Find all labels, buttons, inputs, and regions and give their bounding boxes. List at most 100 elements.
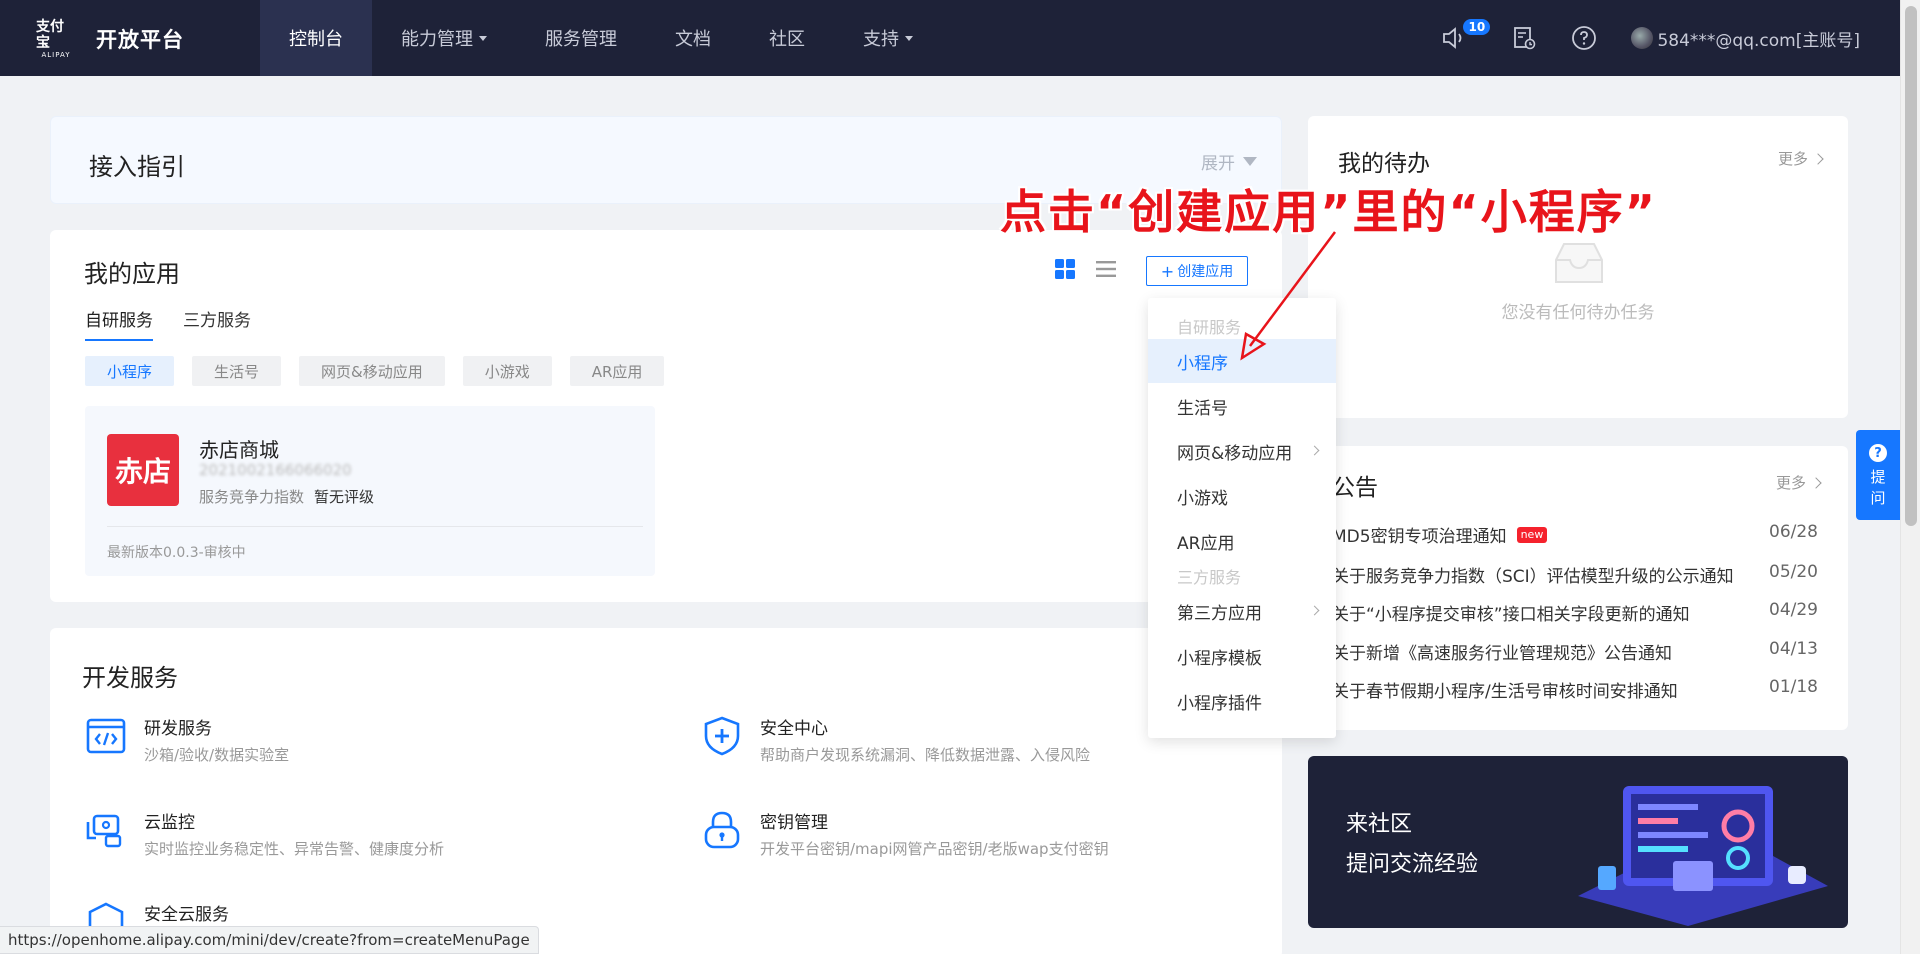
service-desc: 实时监控业务稳定性、异常告警、健康度分析	[144, 840, 445, 858]
nav-support[interactable]: 支持	[834, 0, 942, 76]
guide-expand-button[interactable]: 展开	[1201, 149, 1257, 174]
chevron-right-icon	[1812, 152, 1824, 165]
notice-text: 关于春节假期小程序/生活号审核时间安排通知	[1332, 682, 1678, 702]
help-button[interactable]	[1571, 25, 1597, 51]
ask-question-button[interactable]: ? 提 问	[1856, 430, 1900, 520]
chip-ar-app[interactable]: AR应用	[569, 356, 665, 386]
notice-text: 关于新增《高速服务行业管理规范》公告通知	[1332, 644, 1672, 664]
list-icon	[1096, 261, 1116, 277]
dropdown-item-ar-app[interactable]: AR应用	[1148, 519, 1336, 563]
app-version: 最新版本0.0.3-审核中	[107, 545, 246, 561]
top-right-tools: 10 584***@qq.com[主账号]	[1441, 0, 1860, 76]
notification-button[interactable]: 10	[1441, 19, 1491, 50]
apps-title: 我的应用	[84, 260, 180, 288]
platform-title: 开放平台	[96, 28, 184, 52]
page-scrollbar[interactable]	[1900, 0, 1920, 954]
ask-label-2: 问	[1870, 489, 1886, 507]
code-window-icon	[86, 718, 126, 754]
my-apps-card: 我的应用 + 创建应用 自研服务 三方服务 小程序 生活号 网页&移动应用 小游…	[50, 230, 1282, 602]
service-desc: 帮助商户发现系统漏洞、降低数据泄露、入侵风险	[760, 746, 1091, 764]
todo-empty-text: 您没有任何待办任务	[1501, 303, 1655, 323]
dropdown-item-label: 小程序插件	[1177, 693, 1262, 714]
top-navbar: 支付宝 ALIPAY 开放平台 控制台 能力管理 服务管理 文档 社区 支持 1…	[0, 0, 1900, 76]
dropdown-item-mini-template[interactable]: 小程序模板	[1148, 634, 1336, 678]
monitor-camera-icon	[86, 814, 122, 848]
nav-docs[interactable]: 文档	[646, 0, 740, 76]
alipay-logo[interactable]: 支付宝 ALIPAY 开放平台	[36, 19, 184, 59]
dropdown-item-web-mobile[interactable]: 网页&移动应用	[1148, 429, 1336, 473]
plus-icon: +	[1160, 261, 1175, 281]
link-status-bar: https://openhome.alipay.com/mini/dev/cre…	[0, 926, 539, 954]
dropdown-item-label: 网页&移动应用	[1177, 443, 1293, 464]
notice-row[interactable]: 关于“小程序提交审核”接口相关字段更新的通知 04/29	[1332, 600, 1818, 625]
notice-more-link[interactable]: 更多	[1776, 472, 1822, 493]
nav-community[interactable]: 社区	[740, 0, 834, 76]
tab-self-developed[interactable]: 自研服务	[85, 306, 153, 341]
dropdown-item-mini-game[interactable]: 小游戏	[1148, 474, 1336, 518]
nav-docs-label: 文档	[675, 29, 711, 50]
score-value: 暂无评级	[314, 488, 375, 506]
tab-third-party[interactable]: 三方服务	[183, 306, 251, 341]
dropdown-item-third-party-app[interactable]: 第三方应用	[1148, 589, 1336, 633]
todo-more-link[interactable]: 更多	[1778, 148, 1824, 169]
service-desc: 开发平台密钥/mapi网管产品密钥/老版wap支付密钥	[760, 840, 1109, 858]
main-nav: 控制台 能力管理 服务管理 文档 社区 支持	[260, 0, 942, 76]
chip-mini-game[interactable]: 小游戏	[462, 356, 552, 386]
app-card[interactable]: 赤店 赤店商城 2021002166066020 服务竞争力指数 暂无评级 最新版…	[85, 406, 655, 576]
notice-date: 04/13	[1769, 639, 1818, 659]
nav-service-label: 服务管理	[545, 29, 617, 50]
document-icon	[1514, 27, 1536, 50]
chip-web-mobile[interactable]: 网页&移动应用	[299, 356, 445, 386]
service-name: 安全中心	[760, 719, 828, 739]
caret-down-icon	[479, 35, 487, 41]
guide-title: 接入指引	[89, 153, 185, 181]
service-name: 云监控	[144, 813, 195, 833]
list-view-button[interactable]	[1093, 256, 1119, 282]
dropdown-item-label: 第三方应用	[1177, 603, 1262, 624]
question-icon: ?	[1869, 444, 1887, 462]
annotation-arrow-icon	[1240, 231, 1337, 361]
nav-service-management[interactable]: 服务管理	[516, 0, 646, 76]
chevron-right-icon	[1810, 476, 1822, 489]
notice-date: 05/20	[1769, 562, 1818, 582]
dropdown-item-label: 小程序模板	[1177, 648, 1262, 669]
notice-row[interactable]: 关于新增《高速服务行业管理规范》公告通知 04/13	[1332, 639, 1818, 664]
dropdown-item-life-account[interactable]: 生活号	[1148, 384, 1336, 428]
notice-text: 关于服务竞争力指数（SCI）评估模型升级的公示通知	[1332, 567, 1734, 587]
grid-view-button[interactable]	[1052, 256, 1078, 282]
logo-en: ALIPAY	[41, 51, 71, 59]
lock-icon	[704, 811, 740, 849]
caret-down-icon	[905, 35, 913, 41]
divider	[107, 526, 643, 527]
community-banner[interactable]: 来社区 提问交流经验	[1308, 756, 1848, 928]
guide-expand-label: 展开	[1201, 154, 1235, 174]
notice-date: 01/18	[1769, 677, 1818, 697]
app-logo: 赤店	[107, 434, 179, 506]
app-name: 赤店商城	[199, 438, 279, 462]
chip-life-account[interactable]: 生活号	[192, 356, 282, 386]
notice-card: 公告 更多 MD5密钥专项治理通知 new 06/28 关于服务竞争力指数（SCI…	[1308, 446, 1848, 730]
work-order-button[interactable]	[1511, 25, 1537, 51]
create-app-label: 创建应用	[1177, 264, 1234, 280]
notice-row[interactable]: MD5密钥专项治理通知 new 06/28	[1332, 522, 1818, 547]
nav-capability-label: 能力管理	[401, 29, 473, 50]
developer-illustration-icon	[1578, 786, 1828, 926]
new-badge: new	[1516, 527, 1548, 543]
service-desc: 沙箱/验收/数据实验室	[144, 746, 290, 764]
chip-mini-program[interactable]: 小程序	[85, 356, 175, 386]
notice-row[interactable]: 关于服务竞争力指数（SCI）评估模型升级的公示通知 05/20	[1332, 562, 1818, 587]
scrollbar-thumb[interactable]	[1905, 6, 1917, 526]
dropdown-item-label: 生活号	[1177, 398, 1228, 419]
dropdown-item-label: 小游戏	[1177, 488, 1228, 509]
dropdown-item-label: 小程序	[1177, 353, 1228, 374]
account-menu[interactable]: 584***@qq.com[主账号]	[1631, 26, 1860, 51]
nav-capability[interactable]: 能力管理	[372, 0, 516, 76]
nav-console[interactable]: 控制台	[260, 0, 372, 76]
dropdown-item-mini-plugin[interactable]: 小程序插件	[1148, 679, 1336, 723]
empty-inbox-icon	[1555, 243, 1603, 283]
todo-title: 我的待办	[1338, 151, 1430, 177]
notice-text: 关于“小程序提交审核”接口相关字段更新的通知	[1332, 605, 1690, 625]
notice-title: 公告	[1332, 475, 1378, 501]
todo-card: 我的待办 更多 您没有任何待办任务	[1308, 116, 1848, 418]
notice-row[interactable]: 关于春节假期小程序/生活号审核时间安排通知 01/18	[1332, 677, 1818, 702]
